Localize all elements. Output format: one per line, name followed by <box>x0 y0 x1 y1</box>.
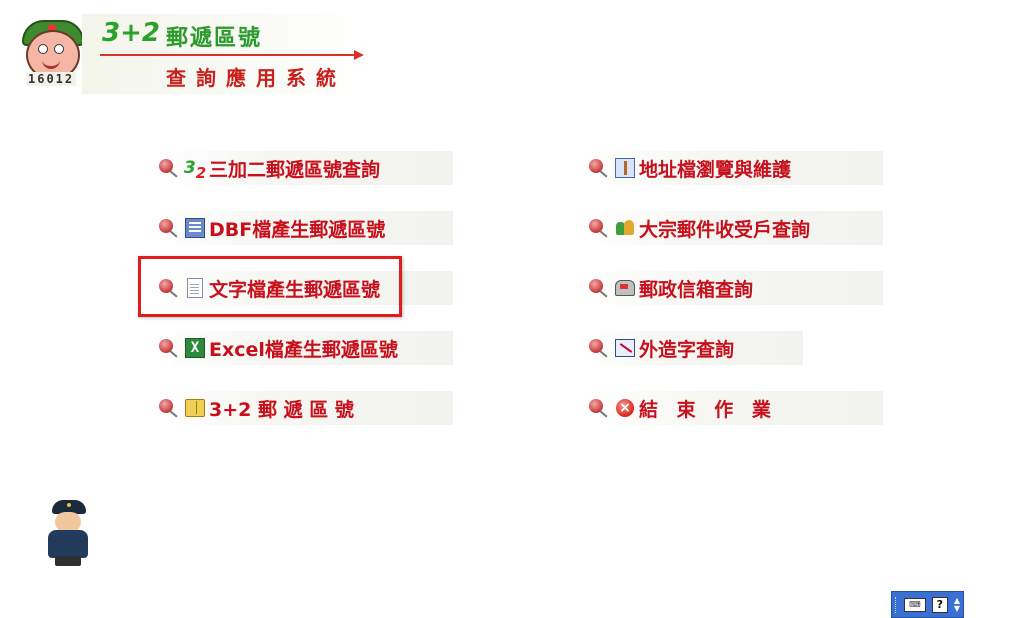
pushpin-icon <box>587 157 609 179</box>
menu-item-label: DBF檔產生郵遞區號 <box>209 218 386 241</box>
pushpin-icon <box>157 157 179 179</box>
mailbox-icon <box>615 278 635 298</box>
excel-icon: X <box>185 338 205 358</box>
custom-char-icon <box>615 338 635 358</box>
book-icon <box>185 398 205 418</box>
mascot-eye <box>38 44 48 54</box>
people-icon <box>615 218 635 238</box>
pushpin-icon <box>157 397 179 419</box>
ime-toolbar[interactable]: ⌨ ? ▲ ▼ <box>891 591 964 618</box>
menu-item-label: 三加二郵遞區號查詢 <box>209 158 381 181</box>
menu-item-postal-code-book[interactable]: 3+2 郵 遞 區 號 <box>153 391 453 425</box>
menu-item-label: 結 束 作 業 <box>639 398 777 421</box>
menu-item-label: Excel檔產生郵遞區號 <box>209 338 398 361</box>
pushpin-icon <box>587 397 609 419</box>
menu-item-label: 3+2 郵 遞 區 號 <box>209 398 354 421</box>
menu-item-label: 外造字查詢 <box>639 338 735 361</box>
database-icon <box>185 218 205 238</box>
banner-prefix: 3+2 <box>102 18 160 48</box>
text-file-icon <box>185 278 205 298</box>
pushpin-icon <box>587 337 609 359</box>
mascot-logo: 16012 <box>20 18 84 90</box>
help-icon[interactable]: ? <box>931 596 948 613</box>
menu-item-label: 郵政信箱查詢 <box>639 278 754 301</box>
menu-item-custom-char-query[interactable]: 外造字查詢 <box>583 331 803 365</box>
banner-arrow <box>100 50 364 60</box>
mascot-eye <box>54 44 64 54</box>
pushpin-icon <box>587 217 609 239</box>
pushpin-icon <box>157 277 179 299</box>
banner-subtitle: 查詢應用系統 <box>166 66 346 90</box>
app-banner: 16012 3+2 郵遞區號 查詢應用系統 <box>16 14 376 94</box>
menu-item-label: 文字檔產生郵遞區號 <box>209 278 381 301</box>
banner-title: 郵遞區號 <box>166 26 263 51</box>
keyboard-icon[interactable]: ⌨ <box>903 597 926 612</box>
pushpin-icon <box>157 337 179 359</box>
menu-item-three-plus-two-query[interactable]: 32 三加二郵遞區號查詢 <box>153 151 453 185</box>
menu-item-text-file-generate[interactable]: 文字檔產生郵遞區號 <box>153 271 453 305</box>
toolbar-grip-icon[interactable] <box>894 596 898 613</box>
pushpin-icon <box>587 277 609 299</box>
officer-mascot <box>42 500 96 568</box>
scroll-arrows-icon[interactable]: ▲ ▼ <box>954 596 960 613</box>
menu-item-bulk-mail-recipient[interactable]: 大宗郵件收受戶查詢 <box>583 211 883 245</box>
menu-item-dbf-generate[interactable]: DBF檔產生郵遞區號 <box>153 211 453 245</box>
menu-item-label: 大宗郵件收受戶查詢 <box>639 218 811 241</box>
menu-item-address-browse[interactable]: 地址檔瀏覽與維護 <box>583 151 883 185</box>
exit-icon: × <box>615 398 635 418</box>
menu-item-exit[interactable]: × 結 束 作 業 <box>583 391 883 425</box>
pushpin-icon <box>157 217 179 239</box>
three-plus-two-icon: 32 <box>183 157 207 182</box>
address-tool-icon <box>615 158 635 178</box>
menu-item-excel-generate[interactable]: X Excel檔產生郵遞區號 <box>153 331 453 365</box>
menu-item-label: 地址檔瀏覽與維護 <box>639 158 792 181</box>
mascot-code: 16012 <box>26 72 77 86</box>
menu-item-po-box-query[interactable]: 郵政信箱查詢 <box>583 271 883 305</box>
